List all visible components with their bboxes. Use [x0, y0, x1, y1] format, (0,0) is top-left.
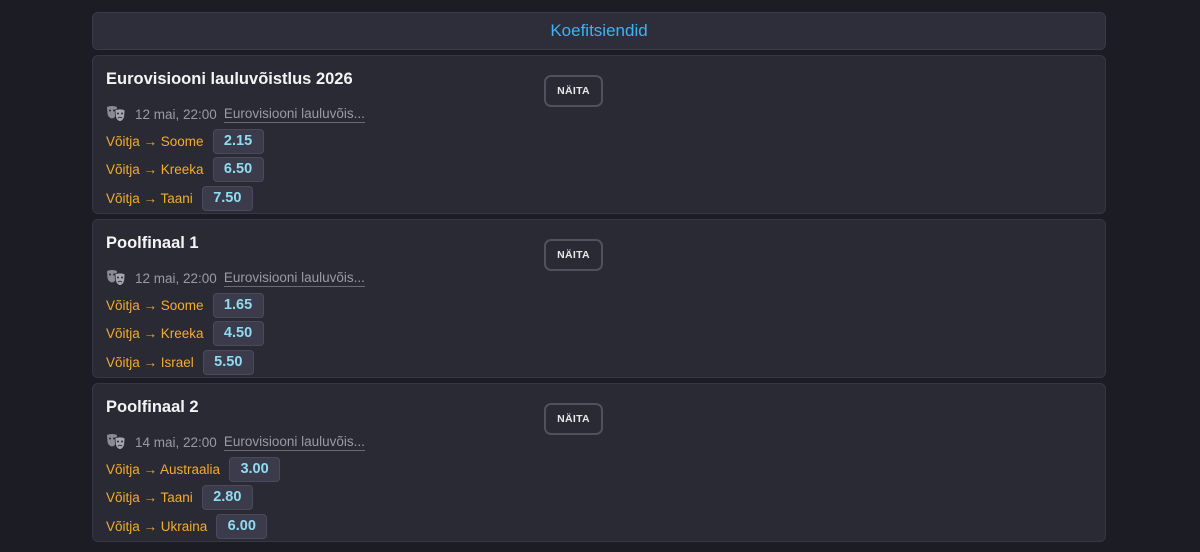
competition-link[interactable]: Eurovisiooni lauluvõis... [223, 270, 365, 287]
outcome-label: Võitja → Israel [106, 354, 194, 370]
odds-list: Võitja → Soome 2.15 Võitja → Kreeka 6.50… [106, 127, 264, 213]
show-button[interactable]: NÄITA [544, 239, 603, 271]
odd-button[interactable]: 6.50 [212, 157, 264, 183]
event-meta: 12 mai, 22:00 Eurovisiooni lauluvõis... [106, 104, 365, 124]
event-date: 14 mai, 22:00 [135, 434, 217, 450]
odds-row: Võitja → Taani 2.80 [106, 484, 280, 513]
panel-header: Koefitsiendid [92, 12, 1106, 50]
odd-button[interactable]: 2.80 [201, 485, 253, 511]
odds-list: Võitja → Austraalia 3.00 Võitja → Taani … [106, 455, 281, 541]
odds-row: Võitja → Israel 5.50 [106, 348, 264, 377]
odd-button[interactable]: 3.00 [229, 456, 281, 482]
odd-button[interactable]: 7.50 [201, 185, 253, 211]
outcome-label: Võitja → Taani [106, 490, 193, 506]
show-button[interactable]: NÄITA [544, 403, 603, 435]
event-card: Eurovisiooni lauluvõistlus 2026 NÄITA 12… [92, 55, 1106, 214]
event-title: Eurovisiooni lauluvõistlus 2026 [106, 70, 353, 88]
theater-masks-icon [107, 434, 126, 450]
odds-row: Võitja → Ukraina 6.00 [106, 512, 280, 541]
panel-title: Koefitsiendid [550, 21, 648, 40]
event-date: 12 mai, 22:00 [135, 270, 217, 286]
odds-list: Võitja → Soome 1.65 Võitja → Kreeka 4.50… [106, 291, 264, 377]
event-card: Poolfinaal 2 NÄITA 14 mai, 22:00 Eurovis… [92, 383, 1106, 542]
outcome-label: Võitja → Austraalia [106, 461, 221, 477]
odd-button[interactable]: 1.65 [212, 292, 264, 318]
theater-masks-icon [107, 270, 126, 286]
outcome-label: Võitja → Kreeka [106, 162, 204, 178]
theater-masks-icon [107, 106, 126, 122]
event-title: Poolfinaal 2 [106, 398, 199, 416]
competition-link[interactable]: Eurovisiooni lauluvõis... [223, 434, 365, 451]
outcome-label: Võitja → Ukraina [106, 518, 208, 534]
odds-row: Võitja → Taani 7.50 [106, 184, 264, 213]
event-card: Poolfinaal 1 NÄITA 12 mai, 22:00 Eurovis… [92, 219, 1106, 378]
event-date: 12 mai, 22:00 [135, 106, 217, 122]
outcome-label: Võitja → Taani [106, 190, 193, 206]
odds-row: Võitja → Kreeka 4.50 [106, 320, 264, 349]
odds-row: Võitja → Austraalia 3.00 [106, 455, 281, 484]
odd-button[interactable]: 6.00 [216, 513, 268, 539]
odds-row: Võitja → Soome 1.65 [106, 291, 264, 320]
event-title: Poolfinaal 1 [106, 234, 199, 252]
outcome-label: Võitja → Soome [106, 297, 204, 313]
event-meta: 14 mai, 22:00 Eurovisiooni lauluvõis... [106, 432, 365, 452]
competition-link[interactable]: Eurovisiooni lauluvõis... [223, 106, 365, 123]
odds-row: Võitja → Kreeka 6.50 [106, 156, 264, 185]
outcome-label: Võitja → Soome [106, 133, 204, 149]
show-button[interactable]: NÄITA [544, 75, 603, 107]
event-meta: 12 mai, 22:00 Eurovisiooni lauluvõis... [106, 268, 365, 288]
odds-row: Võitja → Soome 2.15 [106, 127, 264, 156]
odds-panel: Koefitsiendid Eurovisiooni lauluvõistlus… [92, 12, 1106, 542]
odd-button[interactable]: 5.50 [202, 349, 254, 375]
odd-button[interactable]: 2.15 [212, 128, 264, 154]
outcome-label: Võitja → Kreeka [106, 326, 204, 342]
odd-button[interactable]: 4.50 [212, 321, 264, 347]
